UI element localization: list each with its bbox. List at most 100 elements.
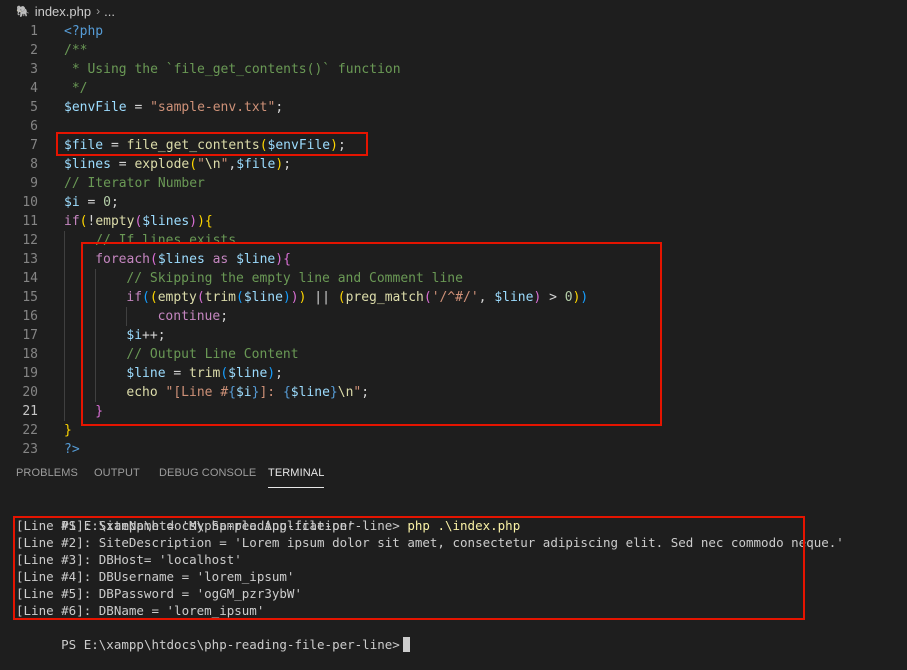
code-token: $file: [236, 157, 276, 172]
indent-guide: [95, 383, 97, 402]
code-token: empty: [95, 214, 135, 229]
code-token: ): [282, 290, 291, 305]
code-text: // Skipping the empty line and Comment l…: [126, 269, 463, 288]
terminal-output-line: [Line #1]: SiteName = 'My Sample Applica…: [16, 518, 355, 533]
indent-guide: [95, 269, 97, 288]
code-token: file_get_contents: [126, 138, 260, 153]
line-number: 19: [22, 366, 38, 381]
tab-output[interactable]: OUTPUT: [94, 467, 140, 479]
code-token: (: [142, 290, 150, 305]
code-text: $i = 0;: [64, 193, 119, 212]
terminal-cursor[interactable]: [402, 637, 410, 652]
code-line[interactable]: 3 * Using the `file_get_contents()` func…: [0, 60, 907, 79]
code-token: $file: [64, 138, 104, 153]
breadcrumb: 🐘 index.php › ...: [0, 0, 907, 22]
code-text: echo "[Line #{$i}]: {$line}\n";: [126, 383, 369, 402]
code-line[interactable]: 12 // If lines exists: [0, 231, 907, 250]
code-text: $lines = explode("\n",$file);: [64, 155, 291, 174]
code-text: $envFile = "sample-env.txt";: [64, 98, 283, 117]
code-token: ): [189, 214, 198, 229]
code-token: ;: [283, 157, 292, 172]
line-number: 9: [30, 176, 38, 191]
line-number: 13: [22, 252, 38, 267]
code-token: // Skipping the empty line and Comment l…: [126, 271, 463, 286]
code-line[interactable]: 9 // Iterator Number: [0, 174, 907, 193]
code-token: =: [165, 366, 190, 381]
code-line[interactable]: 4 */: [0, 79, 907, 98]
line-number: 16: [22, 309, 38, 324]
line-number: 1: [30, 24, 38, 39]
code-line[interactable]: 14 // Skipping the empty line and Comment…: [0, 269, 907, 288]
code-token: ,: [478, 290, 495, 305]
code-token: ++;: [142, 328, 166, 343]
code-token: // Iterator Number: [64, 176, 205, 191]
code-token: "sample-env.txt": [150, 100, 276, 115]
indent-guide: [64, 288, 65, 307]
code-line[interactable]: 18 // Output Line Content: [0, 345, 907, 364]
code-line[interactable]: 11 if(!empty($lines)){: [0, 212, 907, 231]
indent-guide: [64, 307, 65, 326]
line-number: 6: [30, 119, 38, 134]
code-token: // If lines exists: [95, 233, 237, 248]
code-token: (: [189, 157, 198, 172]
code-line[interactable]: 21}: [0, 402, 907, 421]
code-token: \n: [337, 385, 354, 400]
code-token: ): [290, 290, 299, 305]
line-number: 3: [30, 62, 38, 77]
breadcrumb-more[interactable]: ...: [104, 4, 115, 19]
code-token: /**: [64, 43, 88, 58]
line-number: 8: [30, 157, 38, 172]
indent-guide: [64, 231, 65, 250]
code-token: preg_match: [345, 290, 424, 305]
breadcrumb-file[interactable]: index.php: [35, 4, 91, 19]
line-number: 12: [22, 233, 38, 248]
code-token: ;: [275, 366, 283, 381]
code-token: echo: [126, 385, 158, 400]
indent-guide: [64, 250, 65, 269]
code-token: ||: [306, 290, 338, 305]
code-text: ?>: [64, 440, 80, 454]
code-line[interactable]: 8 $lines = explode("\n",$file);: [0, 155, 907, 174]
terminal-prompt-line: PS E:\xampp\htdocs\php-reading-file-per-…: [16, 500, 520, 533]
code-text: * Using the `file_get_contents()` functi…: [64, 60, 401, 79]
code-line[interactable]: 7 $file = file_get_contents($envFile);: [0, 136, 907, 155]
indent-guide: [95, 288, 97, 307]
code-token: (: [149, 252, 158, 267]
code-line[interactable]: 6: [0, 117, 907, 136]
code-token: if: [126, 290, 143, 305]
code-line[interactable]: 22}: [0, 421, 907, 440]
indent-guide: [64, 364, 65, 383]
code-token: ]:: [259, 385, 283, 400]
code-line[interactable]: 17 $i++;: [0, 326, 907, 345]
code-token: continue: [157, 309, 221, 324]
code-token: as: [212, 252, 229, 267]
code-line[interactable]: 5 $envFile = "sample-env.txt";: [0, 98, 907, 117]
code-token: $line: [290, 385, 330, 400]
code-line[interactable]: 15 if((empty(trim($line))) || (preg_match…: [0, 288, 907, 307]
tab-debug-console[interactable]: DEBUG CONSOLE: [159, 467, 256, 479]
indent-guide: [64, 345, 65, 364]
terminal-output-line: [Line #2]: SiteDescription = 'Lorem ipsu…: [16, 535, 844, 550]
tab-terminal[interactable]: TERMINAL: [268, 467, 325, 488]
code-token: (: [259, 138, 268, 153]
code-line[interactable]: 10 $i = 0;: [0, 193, 907, 212]
code-token: $i: [235, 385, 252, 400]
tab-problems[interactable]: PROBLEMS: [16, 467, 78, 479]
line-number: 2: [30, 43, 38, 58]
code-line[interactable]: 16 continue;: [0, 307, 907, 326]
code-line[interactable]: 1 <?php: [0, 22, 907, 41]
code-token: foreach: [95, 252, 150, 267]
code-token: $i: [64, 195, 80, 210]
code-text: }: [64, 421, 72, 440]
code-line[interactable]: 19 $line = trim($line);: [0, 364, 907, 383]
code-editor[interactable]: 1 <?php 2 /** 3 * Using the `file_get_conten…: [0, 22, 907, 454]
code-line[interactable]: 2 /**: [0, 41, 907, 60]
code-token: if: [64, 214, 80, 229]
code-line[interactable]: 13 foreach($lines as $line){: [0, 250, 907, 269]
code-line[interactable]: 20 echo "[Line #{$i}]: {$line}\n";: [0, 383, 907, 402]
code-token: ): [275, 157, 284, 172]
code-line[interactable]: 23 ?>: [0, 440, 907, 454]
terminal-command: php .\index.php: [399, 518, 521, 533]
